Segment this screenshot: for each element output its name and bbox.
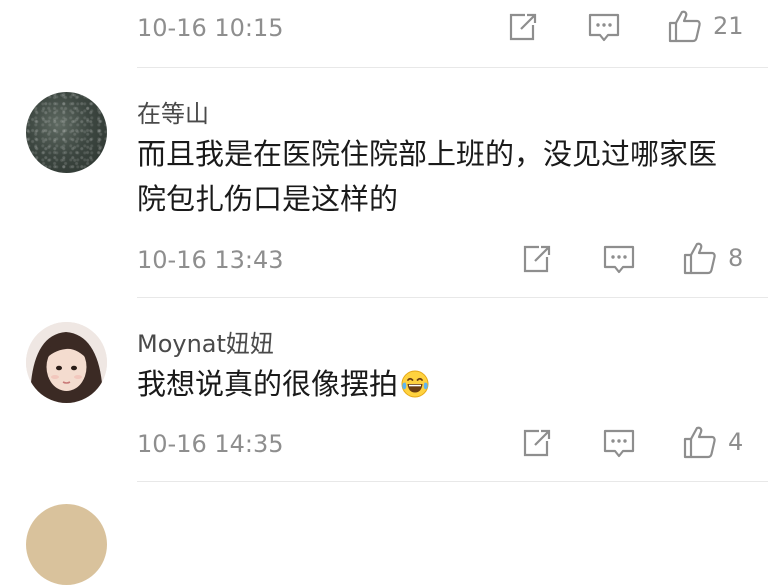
share-icon [523,245,551,273]
like-count: 4 [728,428,744,456]
comment-item: 10-16 10:15 21 [0,0,768,68]
comment-item: 在等山 而且我是在医院住院部上班的，没见过哪家医院包扎伤口是这样的 10-16 … [0,68,768,298]
reply-button[interactable] [587,12,621,44]
comment-timestamp: 10-16 10:15 [137,14,284,42]
comment-timestamp: 10-16 14:35 [137,430,284,458]
thumbs-up-icon [683,426,716,459]
like-count: 8 [728,244,744,272]
comment-text: 而且我是在医院住院部上班的，没见过哪家医院包扎伤口是这样的 [137,137,718,216]
share-button[interactable] [521,244,553,274]
reply-button[interactable] [602,428,636,460]
reply-button[interactable] [602,244,636,276]
comment-item-partial [0,482,768,585]
share-icon [509,13,537,41]
like-button[interactable]: 8 [682,240,743,276]
comment-text-content: 我想说真的很像摆拍 [137,367,399,401]
comment-timestamp: 10-16 13:43 [137,246,284,274]
like-button[interactable]: 4 [682,424,743,460]
laughing-tears-emoji-icon [401,370,429,398]
comment-icon [603,429,635,458]
share-button[interactable] [507,12,539,42]
comment-username[interactable]: 在等山 [137,94,209,129]
share-icon [523,429,551,457]
comment-icon [603,245,635,274]
thumbs-up-icon [683,242,716,275]
avatar-image [26,322,107,403]
comment-item: Moynat妞妞 我想说真的很像摆拍 10-16 14:35 4 [0,298,768,482]
like-count: 21 [713,12,744,40]
like-button[interactable]: 21 [667,8,744,44]
avatar[interactable] [26,322,107,403]
comment-username[interactable]: Moynat妞妞 [137,324,274,359]
avatar[interactable] [26,92,107,173]
thumbs-up-icon [668,10,701,43]
share-button[interactable] [521,428,553,458]
avatar[interactable] [26,504,107,585]
comment-text: 我想说真的很像摆拍 [137,362,737,407]
comment-icon [588,13,620,42]
